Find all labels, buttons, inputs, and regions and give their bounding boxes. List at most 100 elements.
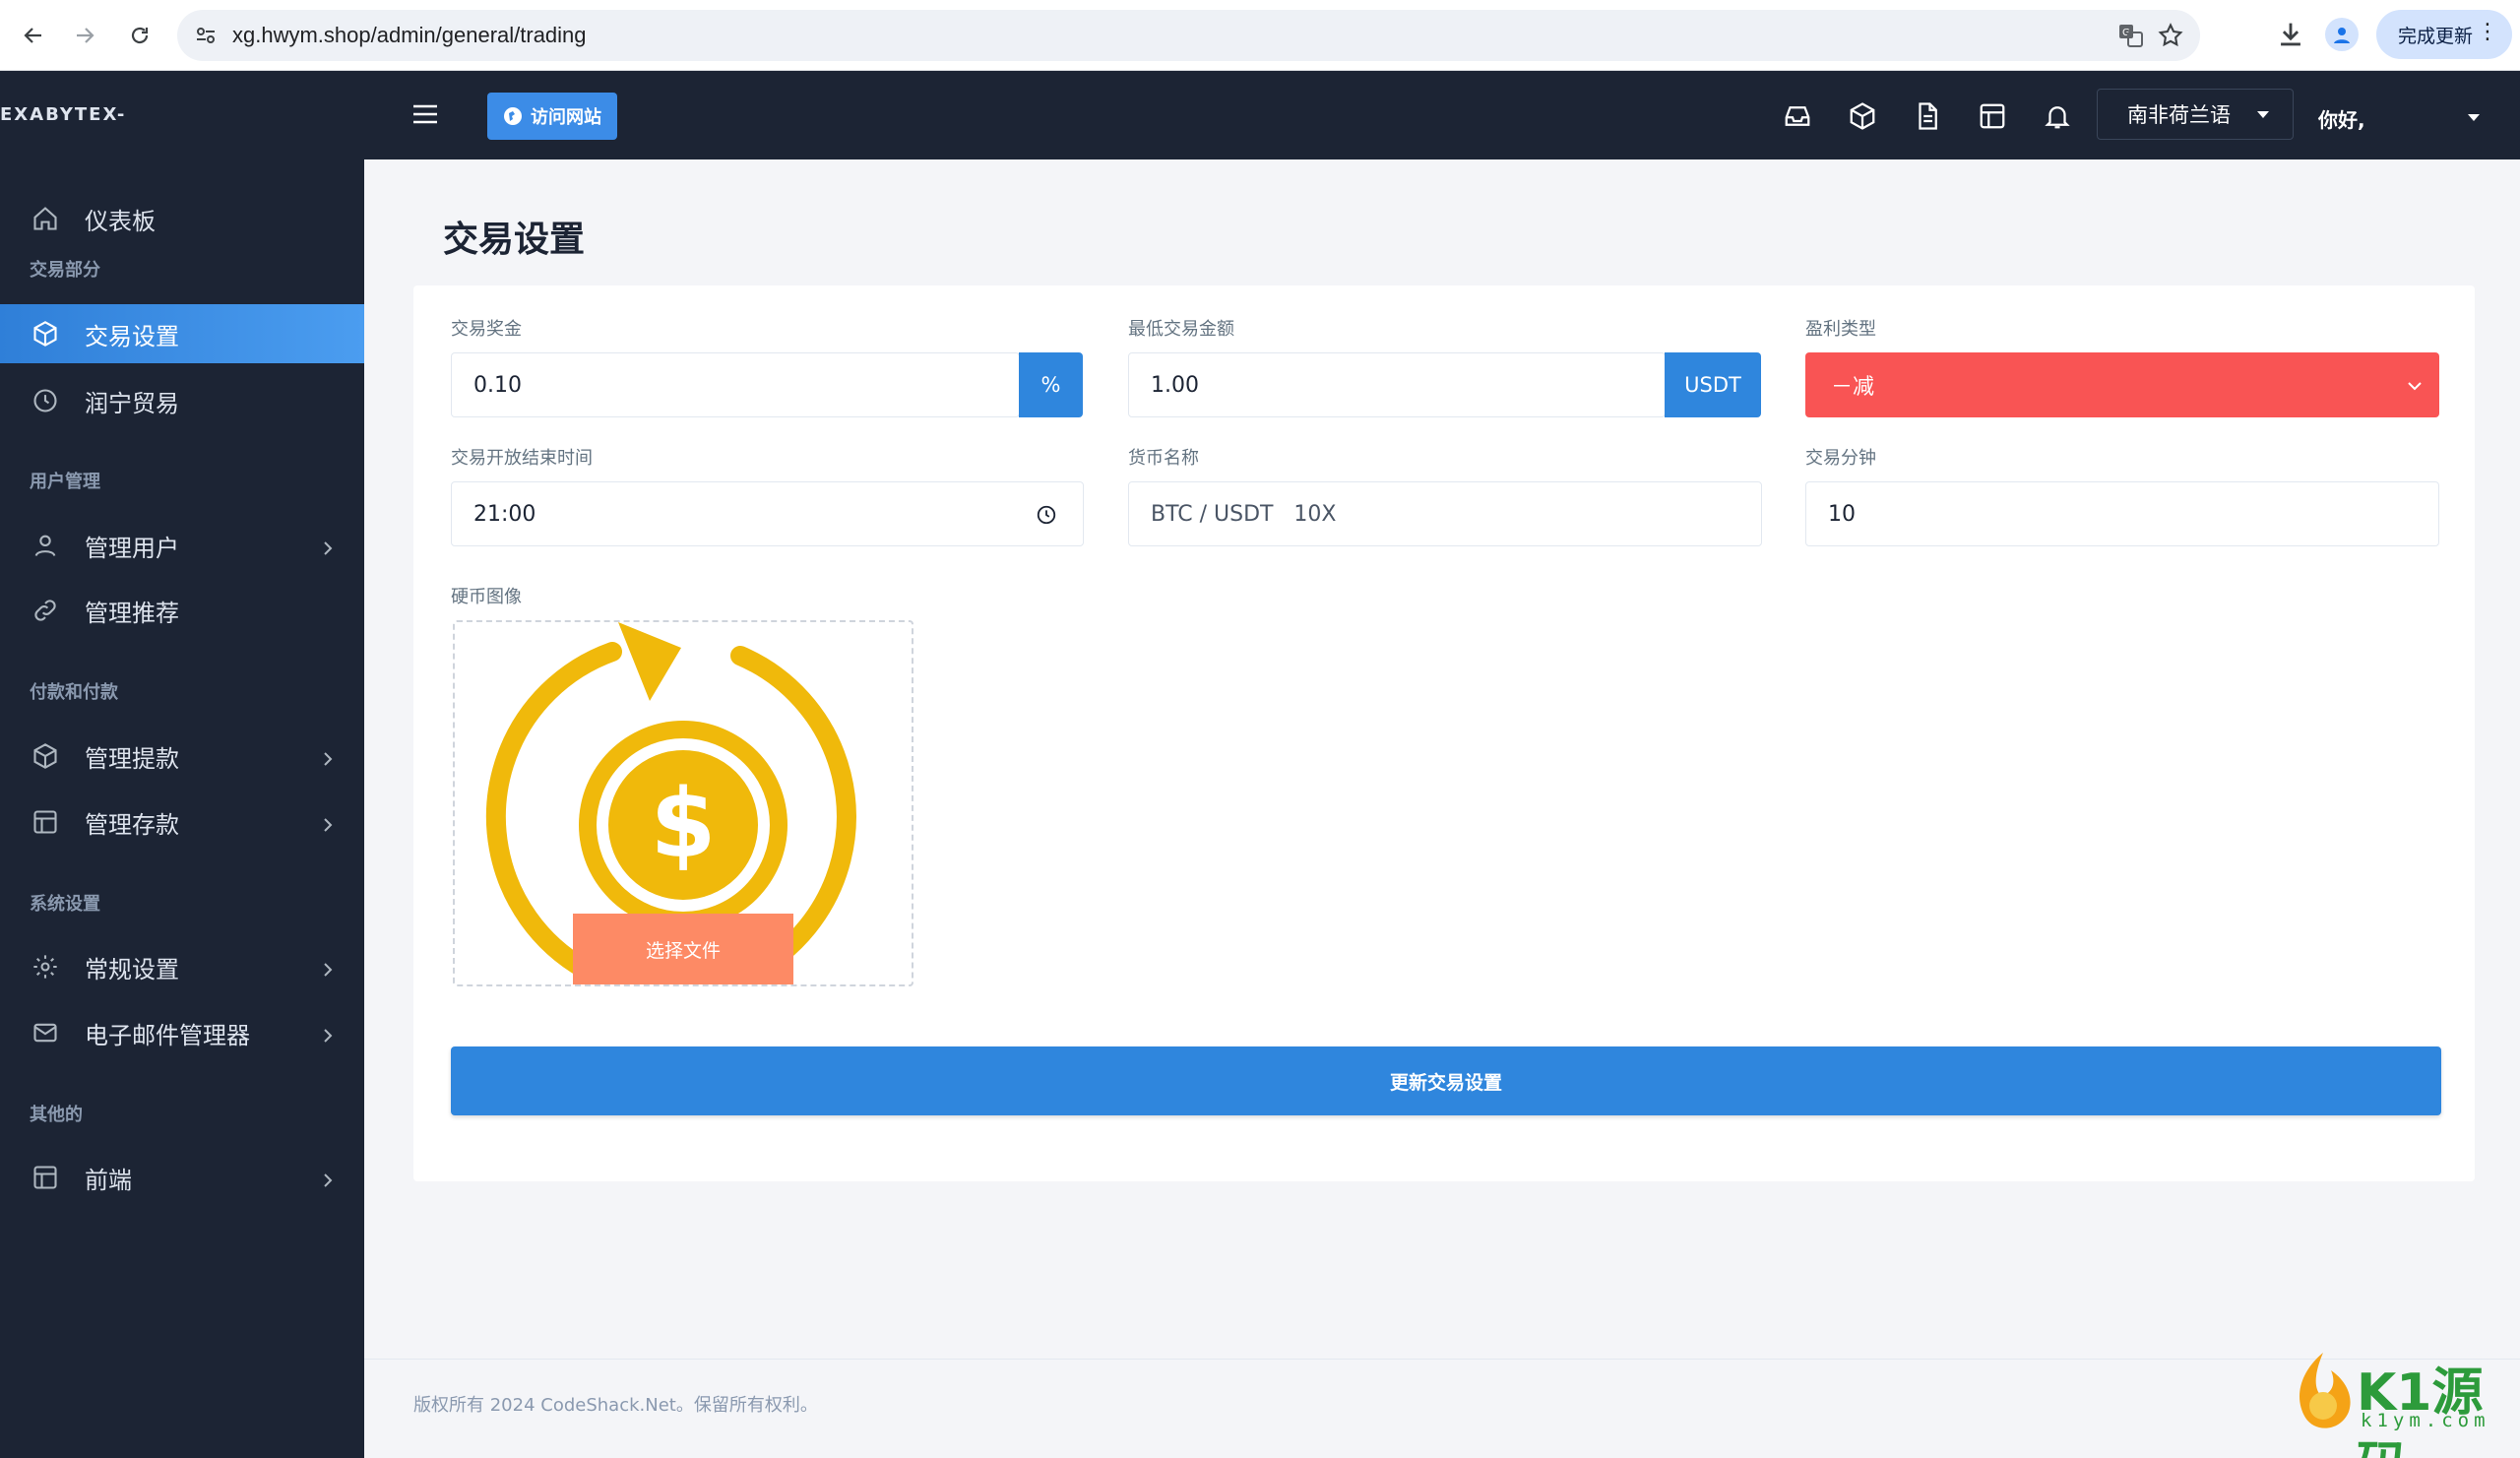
bell-icon[interactable]: [2042, 100, 2073, 132]
bookmark-star-icon[interactable]: [2157, 22, 2184, 53]
chevron-right-icon: [319, 812, 337, 840]
visit-site-label: 访问网站: [531, 107, 601, 128]
caret-down-icon: [2257, 111, 2269, 118]
reload-icon[interactable]: [122, 18, 158, 53]
home-icon: [30, 203, 61, 234]
sidebar-item-label: 常规设置: [85, 955, 179, 983]
sidebar-item-manage-deposits[interactable]: 管理存款: [0, 792, 364, 852]
sidebar-item-general-settings[interactable]: 常规设置: [0, 937, 364, 996]
sidebar-item-label: 前端: [85, 1166, 132, 1194]
sidebar: EXABYTEX- 仪表板 交易部分 交易设置 润宁贸易 用户管理 管理用户 管: [0, 71, 364, 1458]
back-arrow-icon[interactable]: [16, 18, 51, 53]
site-settings-icon[interactable]: [193, 23, 219, 48]
chevron-right-icon: [319, 1023, 337, 1050]
profile-avatar-icon[interactable]: [2325, 18, 2359, 51]
trade-bonus-value: 0.10: [473, 372, 522, 398]
sidebar-item-manage-referrals[interactable]: 管理推荐: [0, 581, 364, 640]
sidebar-item-label: 电子邮件管理器: [85, 1021, 250, 1049]
sidebar-item-label: 管理存款: [85, 810, 179, 839]
choose-file-button[interactable]: 选择文件: [573, 914, 793, 984]
usdt-addon: USDT: [1665, 352, 1761, 417]
clock-icon[interactable]: [1036, 504, 1057, 532]
footer-copyright: 版权所有 2024 CodeShack.Net。保留所有权利。: [413, 1395, 818, 1416]
profit-type-value: －减: [1831, 375, 1875, 400]
chevron-right-icon: [319, 1168, 337, 1195]
url-text: xg.hwym.shop/admin/general/trading: [232, 23, 587, 47]
layout-icon: [30, 1162, 61, 1193]
open-close-time-value: 21:00: [473, 501, 536, 527]
sidebar-item-trade-settings[interactable]: 交易设置: [0, 304, 364, 363]
min-amount-value: 1.00: [1151, 372, 1199, 398]
trade-bonus-label: 交易奖金: [451, 319, 522, 340]
address-bar[interactable]: xg.hwym.shop/admin/general/trading G: [177, 10, 2200, 61]
more-menu-icon[interactable]: ⋮: [2477, 22, 2498, 43]
sidebar-item-label: 润宁贸易: [85, 389, 179, 417]
profit-type-label: 盈利类型: [1805, 319, 1876, 340]
top-header: 访问网站 南非荷兰语 你好,: [364, 71, 2520, 159]
download-icon[interactable]: [2274, 18, 2307, 55]
clock-icon: [30, 385, 61, 416]
watermark-domain: k1ym.com: [2361, 1410, 2490, 1431]
mail-icon: [30, 1017, 61, 1048]
min-amount-label: 最低交易金额: [1128, 319, 1234, 340]
document-icon[interactable]: [1912, 100, 1943, 132]
section-title-trade: 交易部分: [30, 260, 100, 281]
user-greeting[interactable]: 你好,: [2318, 104, 2365, 133]
page-title: 交易设置: [443, 220, 586, 260]
chevron-right-icon: [319, 746, 337, 774]
section-title-payments: 付款和付款: [30, 682, 118, 703]
chevron-right-icon: [319, 957, 337, 984]
min-amount-input[interactable]: 1.00: [1128, 352, 1666, 417]
brand-logo[interactable]: EXABYTEX-: [0, 104, 126, 125]
sidebar-item-frontend[interactable]: 前端: [0, 1148, 364, 1207]
section-title-other: 其他的: [30, 1105, 83, 1125]
package-icon[interactable]: [1847, 100, 1878, 132]
gear-icon: [30, 951, 61, 983]
chevron-right-icon: [319, 536, 337, 563]
forward-arrow-icon[interactable]: [67, 18, 102, 53]
trade-minutes-label: 交易分钟: [1805, 448, 1876, 469]
browser-chrome: xg.hwym.shop/admin/general/trading G 完成更…: [0, 0, 2520, 71]
update-trade-settings-button[interactable]: 更新交易设置: [451, 1046, 2441, 1115]
sidebar-item-runing-trade[interactable]: 润宁贸易: [0, 371, 364, 430]
section-title-users: 用户管理: [30, 472, 100, 492]
trade-minutes-value: 10: [1828, 501, 1856, 527]
cube-icon: [30, 740, 61, 772]
section-title-system: 系统设置: [30, 894, 100, 915]
sidebar-item-label: 仪表板: [85, 207, 156, 235]
flame-logo-icon: [2300, 1353, 2351, 1428]
coin-image-label: 硬币图像: [451, 587, 522, 607]
sidebar-item-label: 管理推荐: [85, 599, 179, 627]
sidebar-item-email-manager[interactable]: 电子邮件管理器: [0, 1003, 364, 1062]
sidebar-item-manage-users[interactable]: 管理用户: [0, 516, 364, 575]
open-close-time-label: 交易开放结束时间: [451, 448, 593, 469]
grid-table-icon[interactable]: [1977, 100, 2008, 132]
hamburger-menu-icon[interactable]: [411, 102, 439, 130]
update-button[interactable]: 完成更新 ⋮: [2376, 10, 2512, 59]
percent-addon: %: [1019, 352, 1083, 417]
update-label: 完成更新: [2398, 25, 2474, 47]
sidebar-item-label: 管理提款: [85, 744, 179, 773]
watermark-logo: K1源码 k1ym.com: [2292, 1347, 2498, 1458]
sidebar-item-label: 交易设置: [85, 322, 179, 350]
profit-type-select[interactable]: －减: [1805, 352, 2439, 417]
coin-image-uploader[interactable]: $ 选择文件: [453, 620, 914, 986]
chevron-down-icon: [2406, 376, 2424, 401]
table-icon: [30, 806, 61, 838]
svg-text:$: $: [651, 769, 717, 879]
visit-site-button[interactable]: 访问网站: [487, 93, 617, 140]
translate-icon[interactable]: G: [2117, 22, 2145, 53]
footer-divider: [364, 1359, 2520, 1360]
language-label: 南非荷兰语: [2127, 103, 2231, 127]
trade-minutes-input[interactable]: 10: [1805, 481, 2439, 546]
language-select[interactable]: 南非荷兰语: [2097, 89, 2294, 140]
open-close-time-input[interactable]: 21:00: [451, 481, 1084, 546]
inbox-icon[interactable]: [1782, 100, 1813, 132]
caret-down-icon[interactable]: [2468, 114, 2480, 121]
trade-bonus-input[interactable]: 0.10: [451, 352, 1020, 417]
sidebar-item-label: 管理用户: [85, 534, 179, 562]
sidebar-item-manage-withdrawals[interactable]: 管理提款: [0, 727, 364, 786]
currency-name-input[interactable]: BTC / USDT 10X: [1128, 481, 1762, 546]
currency-name-label: 货币名称: [1128, 448, 1199, 469]
sidebar-item-dashboard[interactable]: 仪表板: [0, 189, 364, 248]
